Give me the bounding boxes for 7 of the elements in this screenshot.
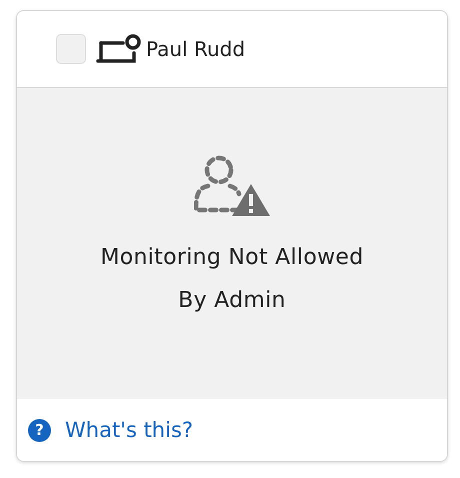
user-warning-icon <box>194 154 270 216</box>
status-message: By Admin <box>177 287 287 315</box>
checkbox[interactable] <box>56 34 86 64</box>
whats-this-link[interactable]: What's this? <box>65 418 194 442</box>
help-icon[interactable]: ? <box>28 418 51 442</box>
status-message: Monitoring Not Allowed <box>100 244 364 272</box>
device-name: Paul Rudd <box>146 37 246 61</box>
